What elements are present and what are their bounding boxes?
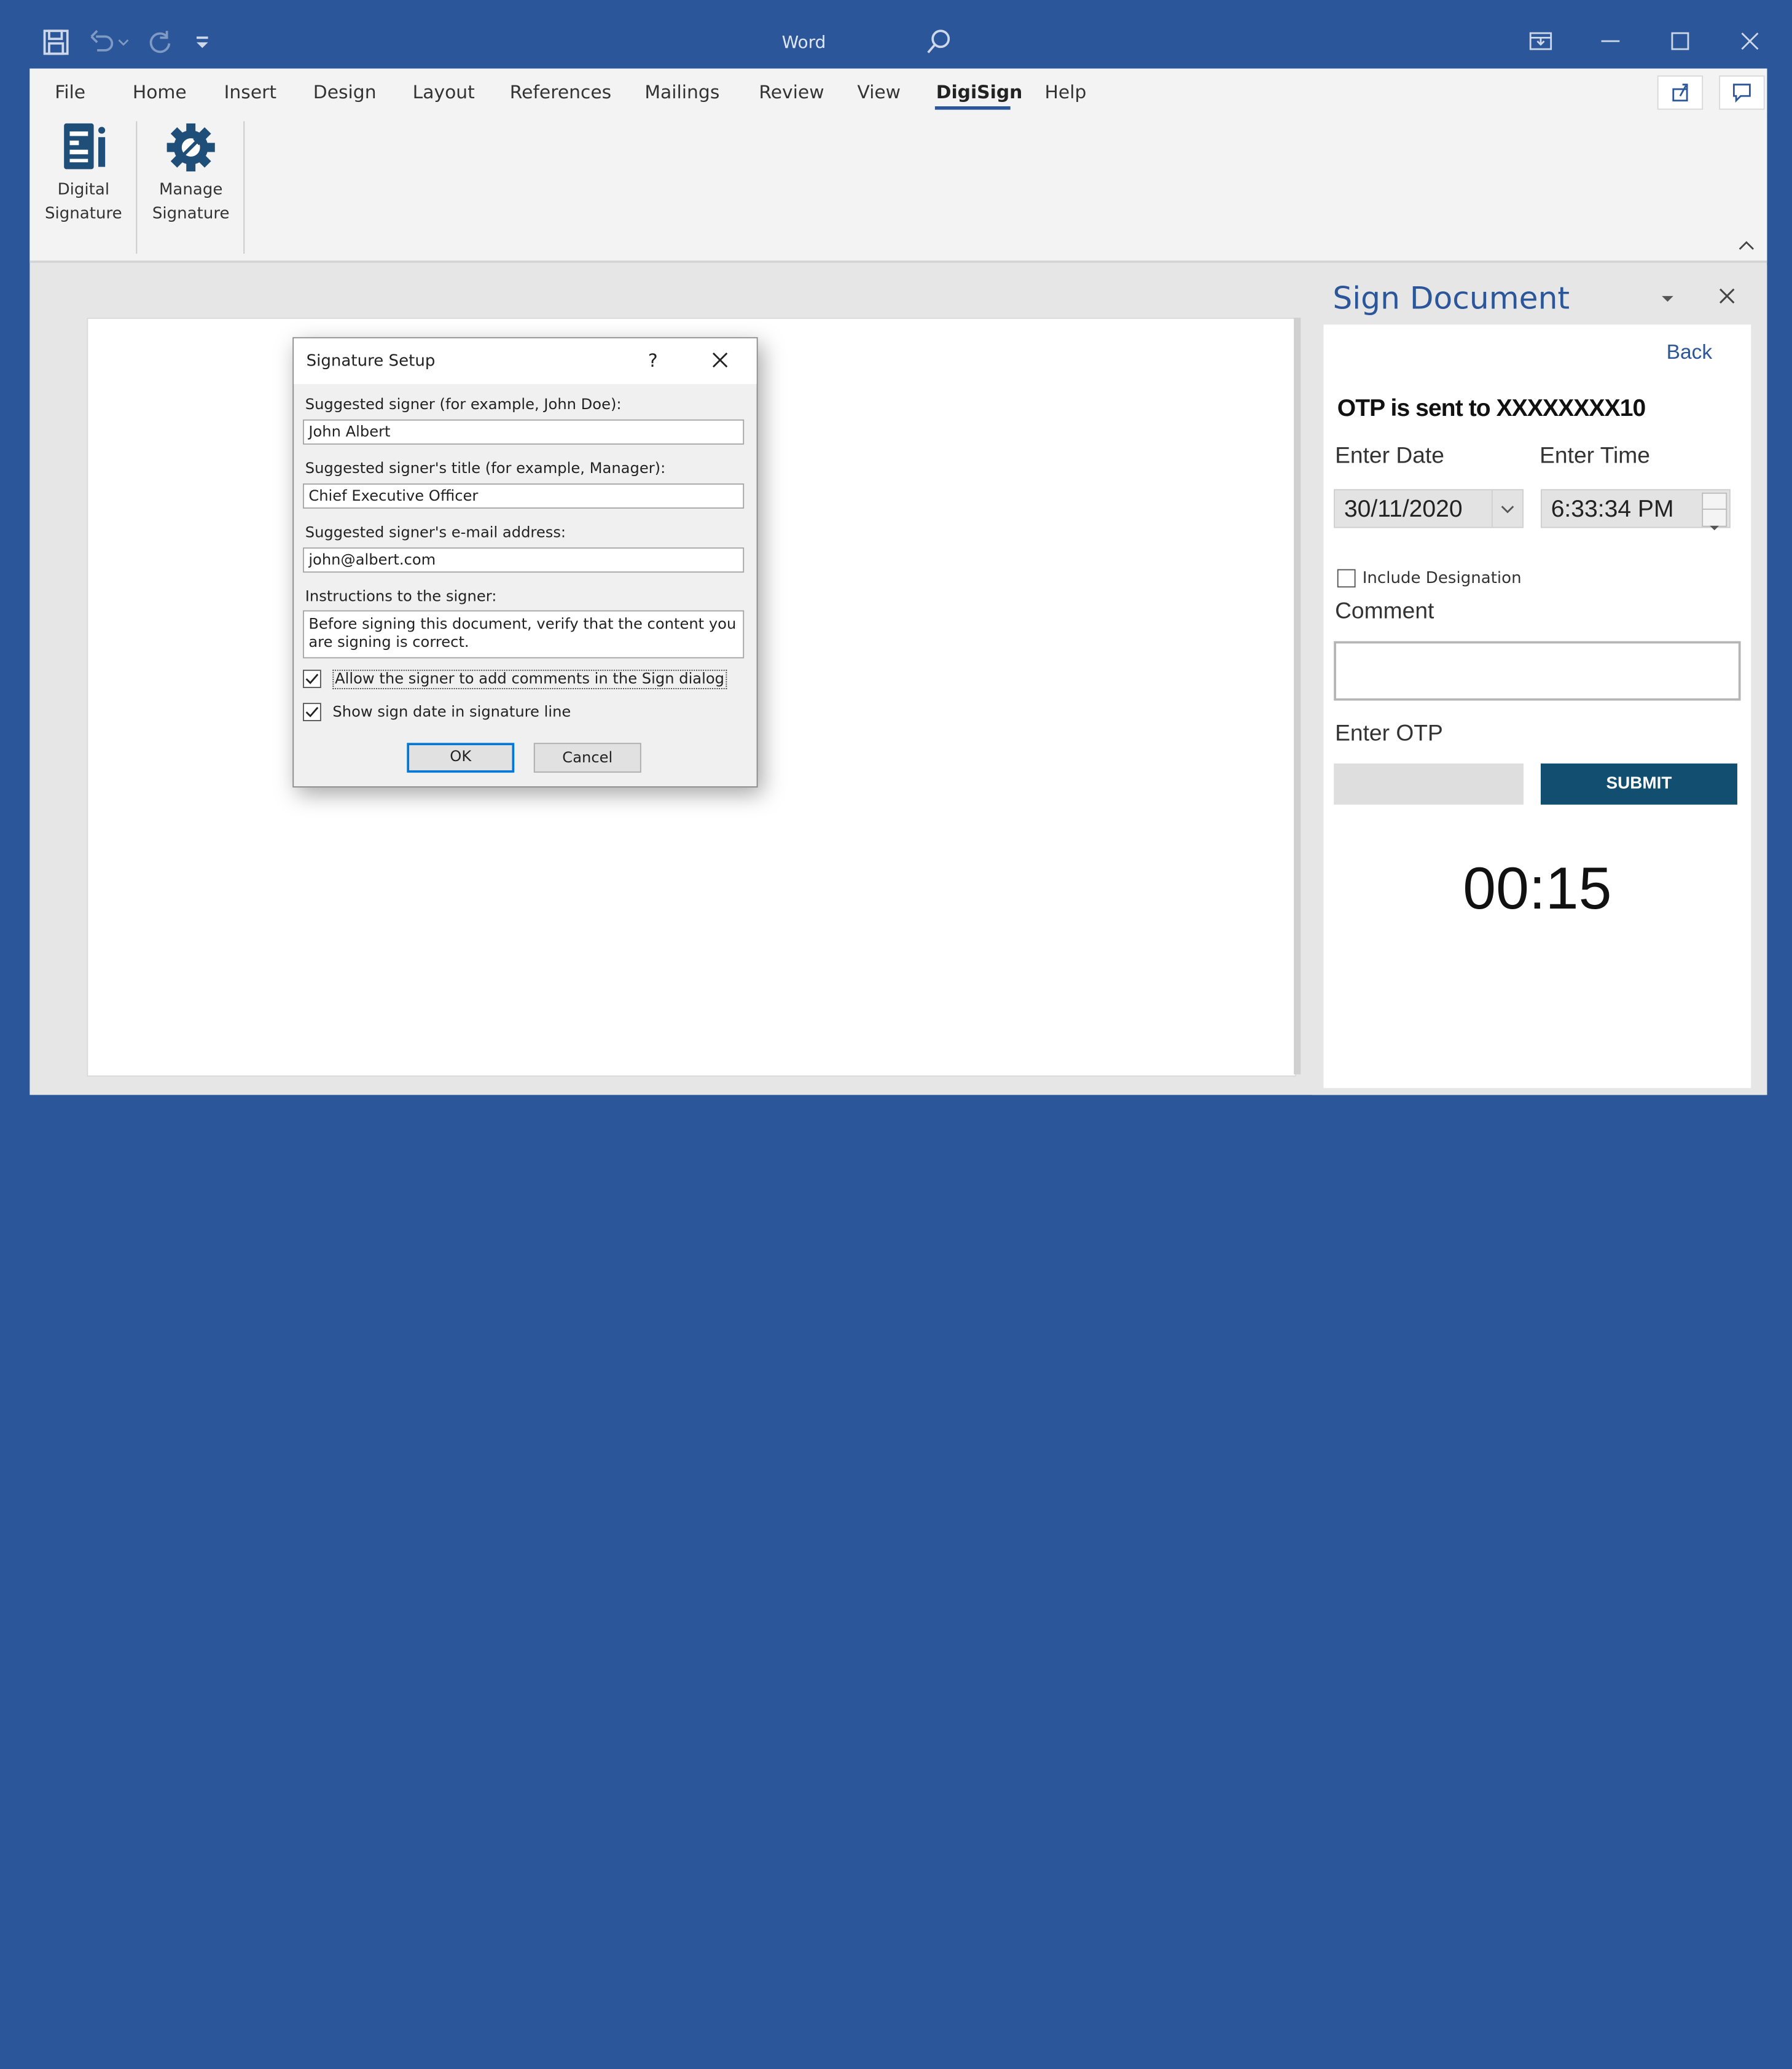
signer-title-input[interactable]: Chief Executive Officer xyxy=(303,483,745,509)
pane-options-chevron-icon[interactable] xyxy=(1657,291,1678,307)
tab-view[interactable]: View xyxy=(857,81,901,103)
dialog-title: Signature Setup xyxy=(306,352,436,370)
dialog-close-icon[interactable] xyxy=(710,350,730,370)
undo-icon[interactable] xyxy=(87,28,116,57)
submit-button[interactable]: SUBMIT xyxy=(1540,763,1737,805)
dialog-help-button[interactable]: ? xyxy=(648,350,658,371)
cancel-button[interactable]: Cancel xyxy=(533,743,641,773)
pane-close-icon[interactable] xyxy=(1716,286,1737,306)
date-dropdown-chevron-icon[interactable] xyxy=(1491,490,1522,527)
digital-signature-label-line2: Signature xyxy=(44,205,122,223)
show-sign-date-label[interactable]: Show sign date in signature line xyxy=(332,704,571,721)
ribbon-separator xyxy=(243,121,245,254)
date-picker[interactable]: 30/11/2020 xyxy=(1334,489,1524,528)
collapse-ribbon-icon[interactable] xyxy=(1737,238,1756,254)
show-sign-date-checkbox[interactable] xyxy=(303,703,321,721)
otp-input[interactable] xyxy=(1334,763,1524,805)
tab-digisign[interactable]: DigiSign xyxy=(936,81,1023,103)
include-designation-checkbox[interactable] xyxy=(1337,569,1356,588)
include-designation-label[interactable]: Include Designation xyxy=(1363,569,1522,588)
signer-title-label: Suggested signer's title (for example, M… xyxy=(305,460,666,478)
search-icon[interactable] xyxy=(923,28,953,57)
signer-label: Suggested signer (for example, John Doe)… xyxy=(305,396,622,414)
signer-email-label: Suggested signer's e-mail address: xyxy=(305,524,566,542)
customize-toolbar-icon[interactable] xyxy=(192,28,213,57)
instructions-label: Instructions to the signer: xyxy=(305,589,497,606)
date-label: Enter Date xyxy=(1335,443,1444,469)
title-bar: Word xyxy=(0,0,1792,69)
digital-signature-icon xyxy=(60,121,110,174)
time-input[interactable]: 6:33:34 PM xyxy=(1540,489,1731,531)
comment-textarea[interactable] xyxy=(1334,641,1741,701)
redo-icon[interactable] xyxy=(144,28,173,57)
ribbon-separator xyxy=(136,121,138,254)
pane-content: Back OTP is sent to XXXXXXXX10 Enter Dat… xyxy=(1323,324,1751,1089)
manage-signature-button[interactable]: Manage Signature xyxy=(139,117,242,254)
tab-insert[interactable]: Insert xyxy=(224,81,276,103)
tab-help[interactable]: Help xyxy=(1044,81,1086,103)
digital-signature-label-line1: Digital xyxy=(57,180,110,199)
allow-comments-label[interactable]: Allow the signer to add comments in the … xyxy=(332,670,727,689)
ribbon-display-options-icon[interactable] xyxy=(1525,25,1557,57)
app-title: Word xyxy=(781,32,826,53)
allow-comments-checkbox[interactable] xyxy=(303,670,321,689)
minimize-icon[interactable] xyxy=(1594,25,1626,57)
sign-document-pane: Sign Document Back OTP is sent to XXXXXX… xyxy=(1312,265,1767,1095)
time-label: Enter Time xyxy=(1540,443,1651,469)
undo-dropdown-icon[interactable] xyxy=(117,28,130,57)
share-button[interactable] xyxy=(1657,75,1704,110)
tab-design[interactable]: Design xyxy=(313,81,377,103)
otp-message: OTP is sent to XXXXXXXX10 xyxy=(1337,395,1646,422)
otp-label: Enter OTP xyxy=(1335,721,1443,746)
time-decrement-icon[interactable] xyxy=(1702,508,1727,531)
tab-mailings[interactable]: Mailings xyxy=(644,81,719,103)
tab-review[interactable]: Review xyxy=(759,81,824,103)
comment-label: Comment xyxy=(1335,598,1434,624)
active-tab-indicator xyxy=(934,106,1011,110)
pane-title: Sign Document xyxy=(1332,281,1570,317)
date-value: 30/11/2020 xyxy=(1344,496,1463,523)
back-link[interactable]: Back xyxy=(1667,340,1712,364)
signer-email-input[interactable]: john@albert.com xyxy=(303,547,745,573)
manage-signature-label-line1: Manage xyxy=(158,180,223,199)
digital-signature-button[interactable]: Digital Signature xyxy=(32,117,135,254)
page-scroll-edge xyxy=(1294,318,1301,1074)
ribbon: Digital Signature Manage Signature xyxy=(29,116,1767,263)
tab-file[interactable]: File xyxy=(55,81,85,103)
time-value: 6:33:34 PM xyxy=(1551,496,1674,523)
dialog-header: Signature Setup ? xyxy=(294,338,757,385)
otp-countdown-timer: 00:15 xyxy=(1463,856,1612,923)
tab-layout[interactable]: Layout xyxy=(413,81,475,103)
ok-button[interactable]: OK xyxy=(407,743,515,773)
word-window: File Home Insert Design Layout Reference… xyxy=(29,68,1767,1095)
instructions-textarea[interactable]: Before signing this document, verify tha… xyxy=(303,610,745,659)
tab-references[interactable]: References xyxy=(510,81,611,103)
ribbon-tabs: File Home Insert Design Layout Reference… xyxy=(29,68,1767,117)
maximize-icon[interactable] xyxy=(1664,25,1696,57)
close-window-icon[interactable] xyxy=(1734,25,1766,57)
signer-input[interactable]: John Albert xyxy=(303,419,745,445)
comments-button[interactable] xyxy=(1719,75,1765,110)
tab-home[interactable]: Home xyxy=(133,81,187,103)
signature-setup-dialog: Signature Setup ? Suggested signer (for … xyxy=(292,337,758,788)
manage-signature-label-line2: Signature xyxy=(152,205,230,223)
save-icon[interactable] xyxy=(41,28,71,57)
manage-signature-gear-icon xyxy=(165,121,217,174)
